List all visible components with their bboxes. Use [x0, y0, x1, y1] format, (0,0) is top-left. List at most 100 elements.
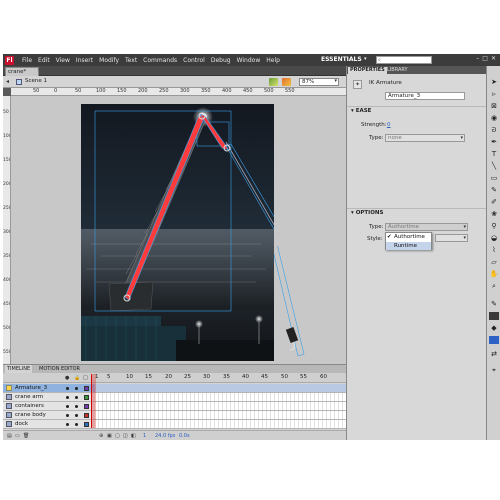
snap-to-objects-icon[interactable]: ⌖ — [489, 366, 499, 375]
menu-insert[interactable]: Insert — [73, 57, 96, 64]
visibility-dot[interactable] — [66, 423, 69, 426]
layer-name[interactable]: Armature_3 — [15, 385, 47, 391]
menu-commands[interactable]: Commands — [140, 57, 180, 64]
deco-tool-icon[interactable]: ❀ — [489, 210, 499, 219]
lock-icon[interactable] — [75, 414, 78, 417]
subselection-tool-icon[interactable]: ▹ — [489, 90, 499, 99]
menu-edit[interactable]: Edit — [35, 57, 53, 64]
tab-motion-editor[interactable]: MOTION EDITOR — [37, 365, 82, 373]
outline-color-swatch[interactable] — [84, 395, 89, 400]
text-tool-icon[interactable]: T — [489, 150, 499, 159]
layer-frames[interactable] — [95, 420, 346, 428]
layer-name[interactable]: crane body — [15, 412, 46, 418]
stroke-color-swatch[interactable] — [489, 312, 499, 320]
layer-name[interactable]: containers — [15, 403, 44, 409]
option-runtime[interactable]: Runtime — [386, 242, 431, 250]
chevron-down-icon[interactable]: ▾ — [364, 56, 367, 62]
layer-row[interactable]: Armature_3 — [3, 384, 346, 393]
document-tab-crane[interactable]: crane* — [5, 67, 39, 76]
edit-multiple-icon[interactable]: ◫ — [123, 433, 128, 439]
trash-icon[interactable]: 🗑 — [23, 433, 29, 439]
rectangle-tool-icon[interactable]: ▭ — [489, 174, 499, 183]
onion-markers-icon[interactable]: ◧ — [131, 433, 136, 439]
zoom-select[interactable]: 87% ▾ — [299, 78, 339, 86]
ease-section-header[interactable]: ▾ EASE — [347, 106, 487, 115]
close-tab-icon[interactable]: × — [37, 67, 41, 73]
menu-control[interactable]: Control — [180, 57, 208, 64]
center-frame-icon[interactable]: ⊕ — [99, 433, 103, 439]
layer-frames[interactable] — [95, 402, 346, 410]
zoom-tool-icon[interactable]: ⌕ — [489, 282, 499, 291]
layer-frames[interactable] — [95, 393, 346, 401]
help-search-input[interactable]: ⌕ — [376, 56, 432, 64]
new-folder-icon[interactable]: ▭ — [15, 433, 20, 439]
bone-tool-icon[interactable]: ⚲ — [489, 222, 499, 231]
close-window-button[interactable]: ✕ — [491, 55, 496, 62]
line-tool-icon[interactable]: ╲ — [489, 162, 499, 171]
menu-modify[interactable]: Modify — [96, 57, 122, 64]
outline-color-swatch[interactable] — [84, 413, 89, 418]
menu-view[interactable]: View — [53, 57, 73, 64]
options-type-select[interactable]: Authortime ▾ — [385, 223, 468, 231]
tab-library[interactable]: LIBRARY — [385, 67, 410, 74]
brush-tool-icon[interactable]: ✐ — [489, 198, 499, 207]
menu-window[interactable]: Window — [234, 57, 264, 64]
workspace-switcher[interactable]: ESSENTIALS — [321, 56, 362, 63]
option-authortime[interactable]: ✔ Authortime — [386, 233, 431, 241]
pasteboard[interactable] — [11, 96, 346, 397]
hand-tool-icon[interactable]: ✋ — [489, 270, 499, 279]
layer-name[interactable]: crane arm — [15, 394, 43, 400]
layer-row[interactable]: crane body — [3, 411, 346, 420]
pencil-tool-icon[interactable]: ✎ — [489, 186, 499, 195]
instance-name-field[interactable]: Armature_3 — [385, 92, 465, 100]
lock-icon[interactable] — [75, 423, 78, 426]
layer-row[interactable]: containers — [3, 402, 346, 411]
outline-icon[interactable]: □ — [83, 375, 88, 381]
lock-icon[interactable] — [75, 405, 78, 408]
visibility-dot[interactable] — [66, 387, 69, 390]
outline-color-swatch[interactable] — [84, 404, 89, 409]
selection-tool-icon[interactable]: ➤ — [489, 78, 499, 87]
layer-row[interactable]: crane arm — [3, 393, 346, 402]
frame-rate[interactable]: 24.0 fps — [155, 433, 175, 439]
strength-value[interactable]: 0 — [387, 122, 391, 128]
edit-scene-icon[interactable] — [269, 78, 278, 86]
minimize-button[interactable]: – — [476, 55, 479, 62]
menu-text[interactable]: Text — [122, 57, 140, 64]
playhead[interactable] — [91, 374, 96, 428]
eraser-tool-icon[interactable]: ▱ — [489, 258, 499, 267]
layer-row[interactable]: dock — [3, 420, 346, 429]
fill-color-icon[interactable]: ◆ — [489, 324, 499, 333]
outline-color-swatch[interactable] — [84, 386, 89, 391]
edit-symbols-icon[interactable] — [282, 78, 291, 86]
layer-frames[interactable] — [95, 411, 346, 419]
paint-bucket-tool-icon[interactable]: ◒ — [489, 234, 499, 243]
outline-color-swatch[interactable] — [84, 422, 89, 427]
lasso-tool-icon[interactable]: ᘐ — [489, 126, 499, 135]
menu-debug[interactable]: Debug — [208, 57, 234, 64]
scene-label[interactable]: Scene 1 — [25, 78, 47, 84]
visibility-dot[interactable] — [66, 396, 69, 399]
lock-dot[interactable] — [75, 387, 78, 390]
stroke-color-icon[interactable]: ✎ — [489, 300, 499, 309]
pen-tool-icon[interactable]: ✒ — [489, 138, 499, 147]
ease-type-select[interactable]: none ▾ — [385, 134, 465, 142]
fill-color-swatch[interactable] — [489, 336, 499, 344]
visibility-dot[interactable] — [66, 414, 69, 417]
lock-icon[interactable] — [75, 396, 78, 399]
eye-icon[interactable]: ● — [65, 375, 69, 381]
stage[interactable] — [81, 104, 274, 361]
onion-skin-icon[interactable]: ▣ — [107, 433, 112, 439]
style-select[interactable]: ▾ — [435, 234, 468, 242]
free-transform-tool-icon[interactable]: ⊠ — [489, 102, 499, 111]
lock-icon[interactable]: 🔒 — [74, 375, 80, 381]
options-section-header[interactable]: ▾ OPTIONS — [347, 208, 487, 217]
layer-name[interactable]: dock — [15, 421, 28, 427]
onion-outline-icon[interactable]: ▢ — [115, 433, 120, 439]
menu-help[interactable]: Help — [263, 57, 283, 64]
tab-properties[interactable]: PROPERTIES — [348, 67, 387, 74]
swap-colors-icon[interactable]: ⇄ — [489, 350, 499, 359]
maximize-button[interactable]: □ — [482, 55, 488, 62]
3d-rotation-tool-icon[interactable]: ◉ — [489, 114, 499, 123]
layer-frames[interactable] — [95, 384, 346, 392]
